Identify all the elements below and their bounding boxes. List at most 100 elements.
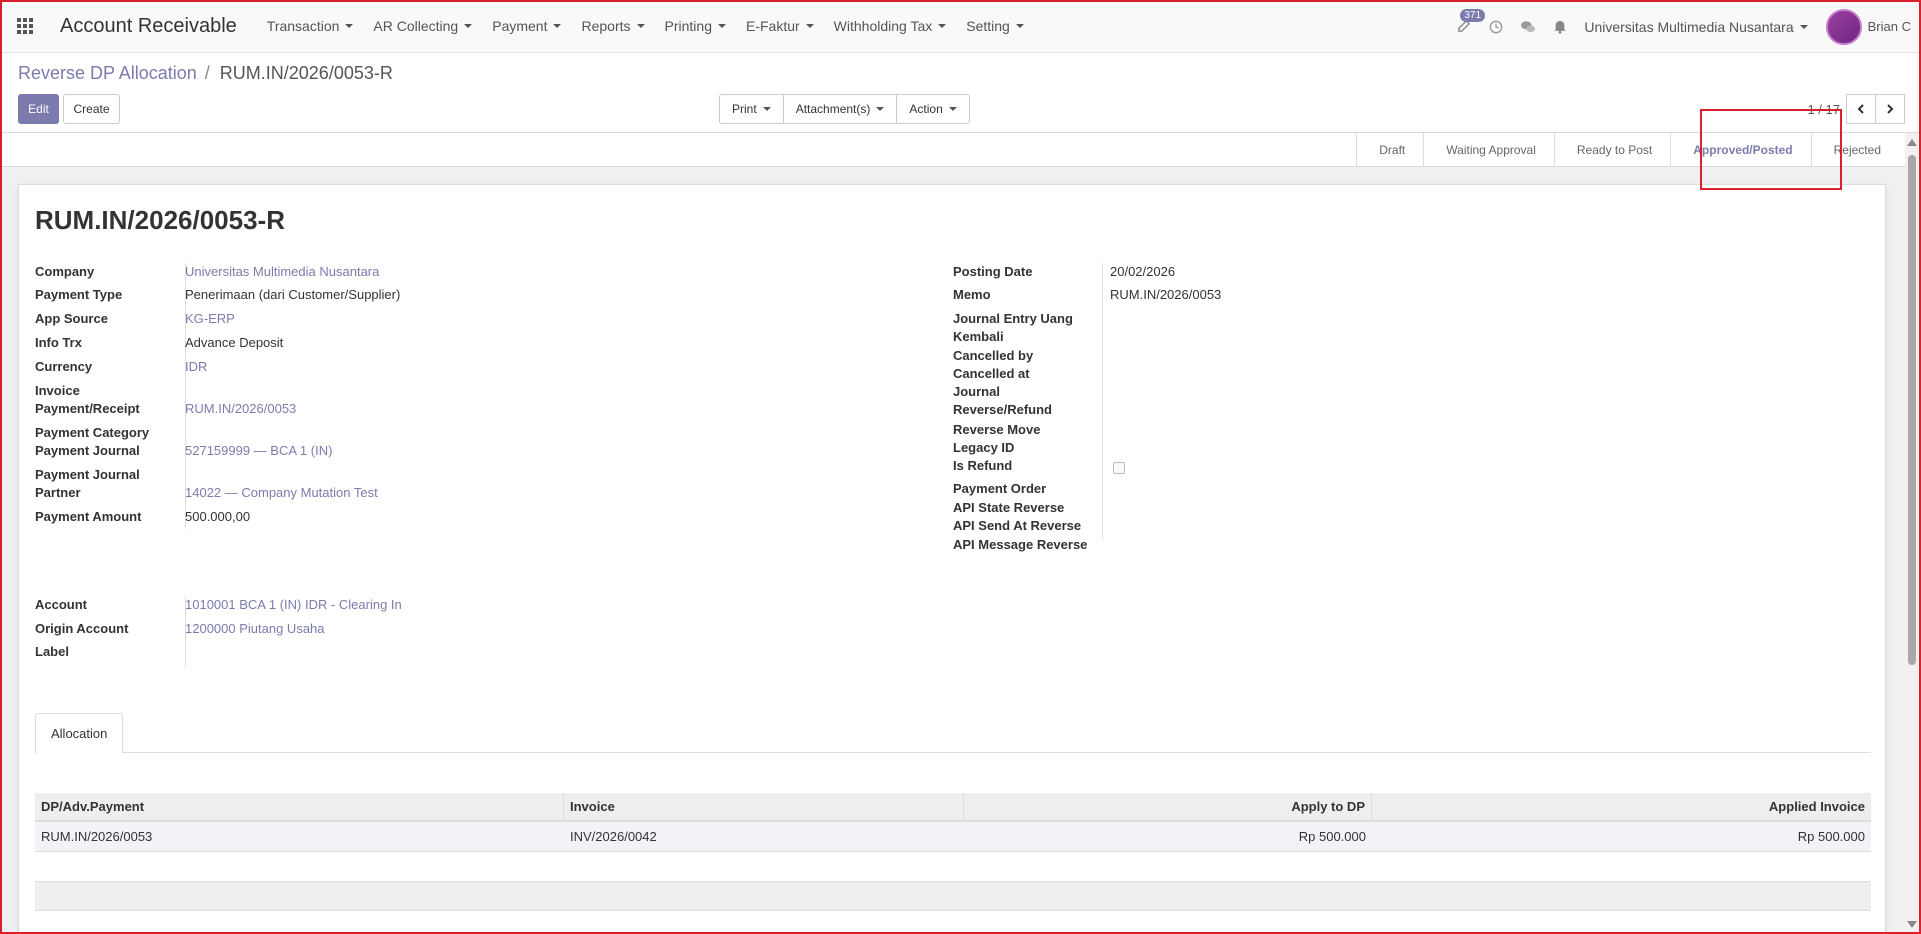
menu-transaction[interactable]: Transaction	[257, 18, 364, 34]
menu-label: E-Faktur	[745, 18, 800, 34]
menu-label: Payment	[492, 18, 548, 34]
field-journal-reverse-refund: Journal Reverse/Refund	[953, 383, 1073, 419]
field-label: Invoice	[35, 383, 80, 398]
edit-button[interactable]: Edit	[18, 94, 59, 124]
scrollbar-thumb[interactable]	[1908, 155, 1916, 665]
field-label: Payment Type	[35, 287, 123, 302]
field-label: Memo	[953, 287, 991, 302]
chevron-left-icon	[1857, 104, 1864, 114]
menu-payment[interactable]: Payment	[482, 18, 571, 34]
partner-value-link[interactable]: 14022 — Company Mutation Test	[185, 484, 378, 502]
action-dropdown[interactable]: Action	[896, 94, 970, 124]
cell-dp-adv-payment: RUM.IN/2026/0053	[41, 829, 153, 844]
field-app-source: App Source KG-ERP	[35, 310, 235, 328]
menu-label: Transaction	[266, 18, 340, 34]
menu-label: Printing	[664, 18, 712, 34]
menu-e-faktur[interactable]: E-Faktur	[736, 18, 824, 34]
field-label: Payment Category	[35, 425, 150, 440]
caret-down-icon	[1799, 24, 1808, 29]
field-label: Cancelled at	[953, 366, 1030, 381]
tab-allocation[interactable]: Allocation	[35, 713, 124, 754]
table-row[interactable]: RUM.IN/2026/0053 INV/2026/0042 Rp 500.00…	[35, 822, 1871, 852]
field-label: Company	[35, 264, 95, 279]
field-label: Label	[35, 644, 69, 659]
breadcrumb-current: RUM.IN/2026/0053-R	[219, 63, 393, 83]
activity-edit-icon[interactable]: 371	[1448, 0, 1486, 53]
column-header-applied-invoice[interactable]: Applied Invoice	[1372, 793, 1871, 820]
stage-draft[interactable]: Draft	[1356, 133, 1423, 167]
stage-ready-to-post[interactable]: Ready to Post	[1553, 133, 1670, 167]
menu-label: Reports	[581, 18, 631, 34]
account-value-link[interactable]: 1010001 BCA 1 (IN) IDR - Clearing In	[185, 596, 402, 614]
breadcrumb-separator: /	[204, 63, 210, 83]
menu-reports[interactable]: Reports	[571, 18, 654, 34]
payment-journal-value-link[interactable]: 527159999 — BCA 1 (IN)	[185, 442, 332, 460]
company-switcher[interactable]: Universitas Multimedia Nusantara	[1584, 19, 1808, 35]
field-label: Journal Reverse/Refund	[953, 384, 1052, 417]
field-cancelled-by: Cancelled by	[953, 347, 1110, 365]
field-label: Payment Journal	[35, 467, 140, 482]
caret-down-icon	[948, 107, 957, 111]
field-label-row: Label	[35, 643, 185, 661]
print-dropdown[interactable]: Print	[719, 94, 784, 124]
company-value-link[interactable]: Universitas Multimedia Nusantara	[185, 263, 379, 281]
caret-down-icon	[876, 107, 885, 111]
stage-waiting-approval[interactable]: Waiting Approval	[1423, 133, 1554, 167]
memo-value: RUM.IN/2026/0053	[1110, 287, 1222, 302]
breadcrumb-parent-link[interactable]: Reverse DP Allocation	[18, 63, 197, 84]
user-avatar[interactable]	[1825, 8, 1862, 45]
is-refund-checkbox[interactable]	[1113, 462, 1125, 474]
column-header-apply-to-dp[interactable]: Apply to DP	[964, 793, 1372, 820]
field-label: Payment Amount	[35, 509, 142, 524]
bell-icon[interactable]	[1544, 0, 1576, 53]
origin-account-value-link[interactable]: 1200000 Piutang Usaha	[185, 620, 325, 638]
column-header-invoice[interactable]: Invoice	[564, 793, 964, 820]
menu-printing[interactable]: Printing	[655, 18, 736, 34]
status-bar: Draft Waiting Approval Ready to Post App…	[0, 133, 1905, 167]
scroll-up-arrow-icon[interactable]	[1907, 139, 1917, 146]
field-is-refund: Is Refund	[953, 457, 1125, 475]
vertical-scrollbar[interactable]	[1905, 133, 1919, 932]
allocation-table: DP/Adv.Payment Invoice Apply to DP Appli…	[35, 793, 1871, 852]
apps-menu-icon[interactable]	[0, 0, 50, 53]
column-header-dp-adv-payment[interactable]: DP/Adv.Payment	[35, 793, 564, 820]
record-title: RUM.IN/2026/0053-R	[35, 205, 285, 235]
field-label: Account	[35, 597, 87, 612]
field-payment-receipt: Payment/Receipt RUM.IN/2026/0053	[35, 400, 296, 418]
app-source-value-link[interactable]: KG-ERP	[185, 310, 235, 328]
field-label: API Message Reverse	[953, 537, 1088, 552]
field-label: Payment Order	[953, 481, 1047, 496]
user-name[interactable]: Brian C	[1868, 19, 1911, 34]
field-label: Posting Date	[953, 264, 1033, 279]
field-memo: Memo RUM.IN/2026/0053	[953, 286, 1221, 304]
clock-icon[interactable]	[1480, 0, 1512, 53]
pager-previous-button[interactable]	[1846, 94, 1876, 124]
field-payment-order: Payment Order	[953, 480, 1110, 498]
field-label: Cancelled by	[953, 348, 1034, 363]
create-button[interactable]: Create	[63, 94, 120, 124]
field-api-send-at-reverse: API Send At Reverse	[953, 517, 1110, 535]
attachments-label: Attachment(s)	[795, 102, 871, 116]
menu-ar-collecting[interactable]: AR Collecting	[363, 18, 482, 34]
field-payment-category: Payment Category	[35, 424, 185, 442]
caret-down-icon	[1015, 24, 1024, 28]
chat-icon[interactable]	[1512, 0, 1544, 53]
field-partner: Partner 14022 — Company Mutation Test	[35, 484, 378, 502]
field-currency: Currency IDR	[35, 358, 207, 376]
highlight-annotation-box	[1700, 109, 1842, 190]
pager-next-button[interactable]	[1875, 94, 1905, 124]
sidebar-actions: Print Attachment(s) Action	[719, 94, 970, 124]
menu-withholding-tax[interactable]: Withholding Tax	[824, 18, 957, 34]
scroll-down-arrow-icon[interactable]	[1907, 921, 1917, 928]
attachments-dropdown[interactable]: Attachment(s)	[782, 94, 898, 124]
cell-invoice: INV/2026/0042	[570, 829, 657, 844]
cell-applied-invoice: Rp 500.000	[1797, 829, 1865, 844]
currency-value-link[interactable]: IDR	[185, 358, 207, 376]
payment-receipt-value-link[interactable]: RUM.IN/2026/0053	[185, 400, 296, 418]
field-label: Payment/Receipt	[35, 401, 140, 416]
menu-setting[interactable]: Setting	[956, 18, 1034, 34]
posting-date-value: 20/02/2026	[1110, 264, 1176, 279]
app-title: Account Receivable	[60, 14, 237, 37]
systray: 371 Universitas Multimedia Nusantara Bri…	[1448, 0, 1911, 53]
caret-down-icon	[553, 24, 562, 28]
